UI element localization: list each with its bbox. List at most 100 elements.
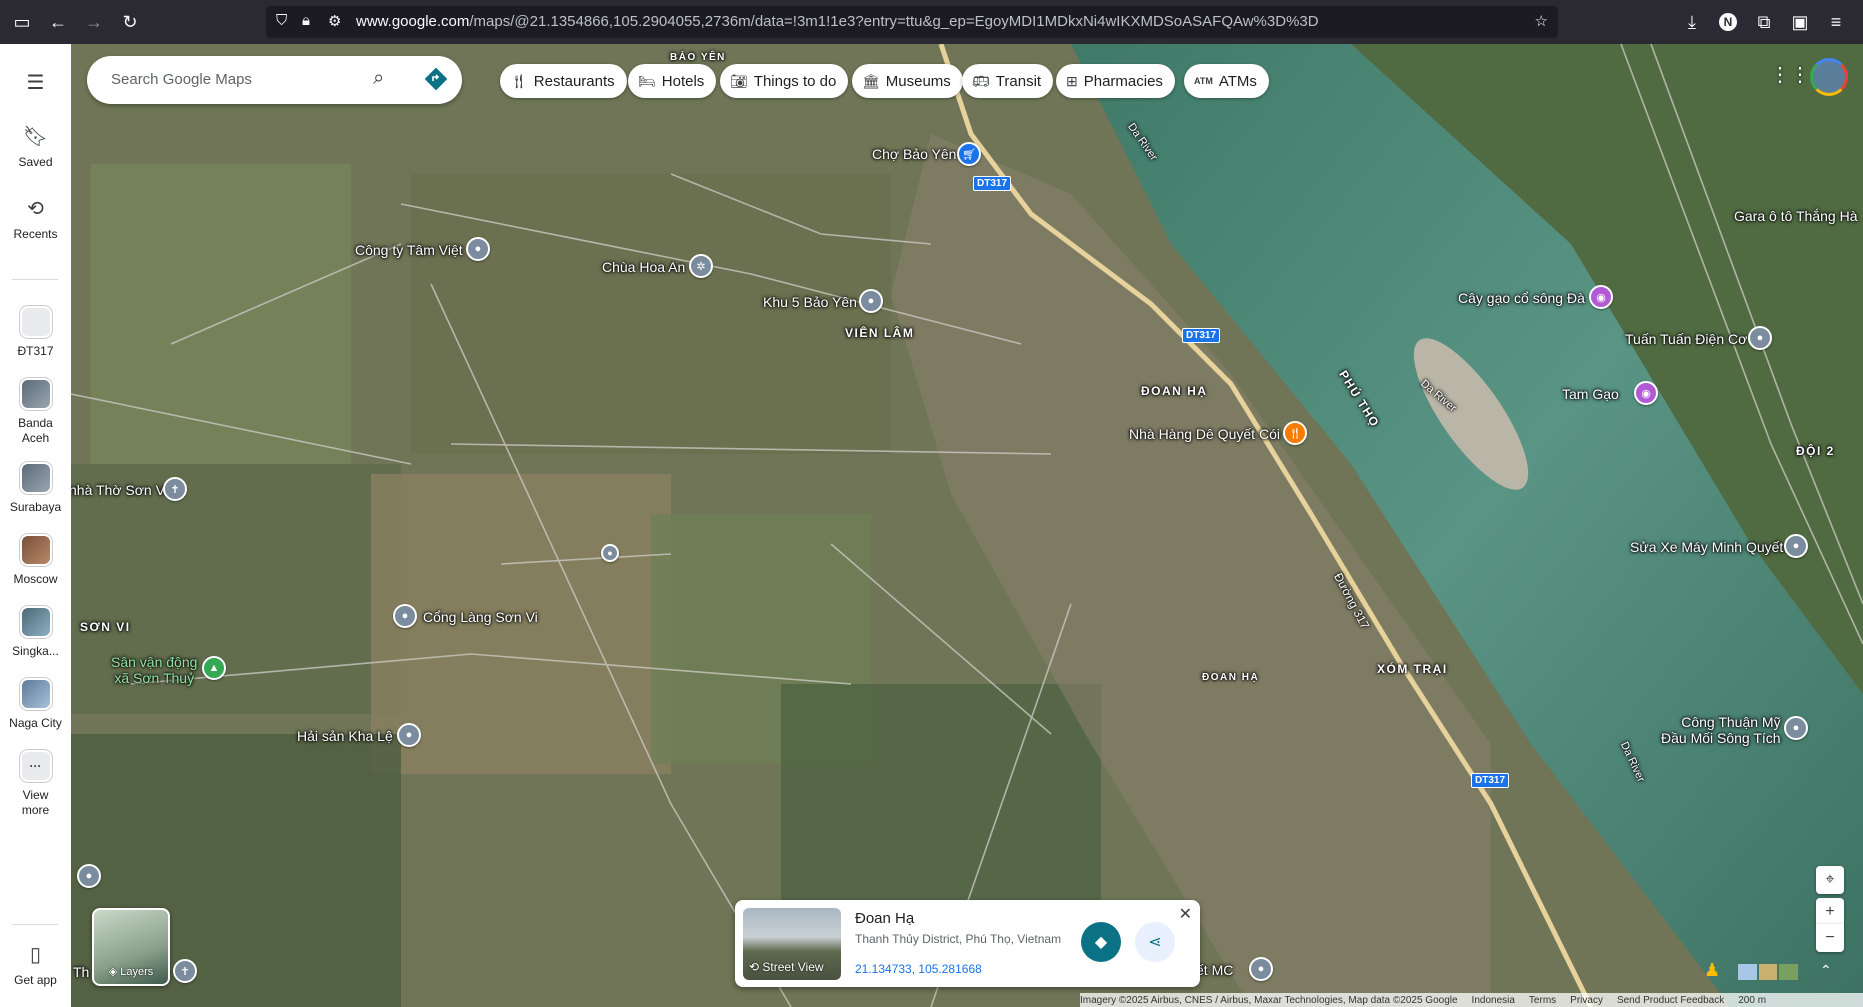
place-coordinates[interactable]: 21.134733, 105.281668 xyxy=(855,962,982,976)
label-chua-hoa-an[interactable]: Chùa Hoa An xyxy=(602,259,685,275)
profile-avatar[interactable]: N xyxy=(1714,8,1742,36)
bookmark-star-icon[interactable]: ☆ xyxy=(1535,12,1548,30)
landmark-icon[interactable]: ◉ xyxy=(1589,285,1613,309)
thumb-satellite[interactable] xyxy=(1779,964,1799,980)
temple-icon[interactable]: ✲ xyxy=(689,254,713,278)
stadium-icon[interactable]: ▲ xyxy=(202,656,226,680)
directions-icon[interactable] xyxy=(423,66,449,92)
layers-button[interactable]: ◈ Layers xyxy=(92,908,170,986)
get-app-button[interactable]: ▯ Get app xyxy=(0,942,71,987)
label-nha-hang[interactable]: Nhà Hàng Dê Quyết Cói xyxy=(1129,426,1280,442)
recent-item-banda-aceh[interactable]: Banda Aceh xyxy=(0,378,71,446)
place-pin-icon[interactable]: ● xyxy=(1748,326,1772,350)
url-bar[interactable]: ⛉ 🔒︎ ⚙ www.google.com/maps/@21.1354866,1… xyxy=(266,6,1558,38)
shield-icon[interactable]: ⛉ xyxy=(276,12,287,29)
chip-transit[interactable]: 🚌︎ Transit xyxy=(962,64,1054,98)
place-pin-icon[interactable]: ● xyxy=(1249,957,1273,981)
account-avatar[interactable] xyxy=(1810,58,1848,96)
permissions-icon[interactable]: ⚙ xyxy=(328,12,341,30)
feedback-link[interactable]: Send Product Feedback xyxy=(1617,995,1724,1006)
chip-pharmacies[interactable]: ⊞ Pharmacies xyxy=(1056,64,1175,98)
label-cong-lang-son-vi[interactable]: Cổng Làng Sơn Vi xyxy=(423,609,538,625)
recent-item-dt317[interactable]: ĐT317 xyxy=(0,306,71,358)
forward-icon[interactable]: → xyxy=(80,8,108,36)
reload-icon[interactable]: ↻ xyxy=(116,8,144,36)
map-canvas[interactable]: BẢO YÊN Chợ Bảo Yên 🛒︎ DT317 Công ty Tâm… xyxy=(71,44,1863,1007)
terms-link[interactable]: Terms xyxy=(1529,995,1556,1006)
chip-label: Museums xyxy=(885,72,951,90)
my-location-button[interactable]: ⌖ xyxy=(1816,866,1844,894)
label-cong-thuan[interactable]: Công Thuận Mỹ Đầu Mối Sông Tích xyxy=(1661,714,1781,746)
street-view-label[interactable]: ⟲ Street View xyxy=(749,960,824,974)
hamburger-menu-icon[interactable]: ☰ xyxy=(0,70,71,95)
label-nha-tho-son-vi[interactable]: nhà Thờ Sơn Vi xyxy=(71,482,168,498)
container-icon[interactable]: ▣ xyxy=(1786,8,1814,36)
label-th[interactable]: Th xyxy=(73,964,89,980)
recent-item-naga-city[interactable]: Naga City xyxy=(0,678,71,730)
zoom-out-button[interactable]: − xyxy=(1816,924,1844,952)
search-icon[interactable]: ⌕ xyxy=(373,67,384,90)
label-hai-san-kha-le[interactable]: Hải sản Kha Lệ xyxy=(297,728,393,744)
label-cho-bao-yen[interactable]: Chợ Bảo Yên xyxy=(872,146,956,162)
extensions-icon[interactable]: ⧉ xyxy=(1750,8,1778,36)
zoom-in-button[interactable]: + xyxy=(1816,898,1844,926)
place-pin-icon[interactable]: ● xyxy=(466,237,490,261)
back-icon[interactable]: ← xyxy=(44,8,72,36)
share-button[interactable]: ⋖ xyxy=(1135,922,1175,962)
place-title: Đoan Hạ xyxy=(855,910,915,927)
recent-thumbnail xyxy=(19,534,52,566)
menu-button[interactable]: ☰ xyxy=(0,70,71,101)
church-icon[interactable]: ✝ xyxy=(163,477,187,501)
label-tam-gao[interactable]: Tam Gạo xyxy=(1562,386,1619,402)
place-pin-icon[interactable]: ● xyxy=(397,723,421,747)
chip-hotels[interactable]: 🛏︎ Hotels xyxy=(628,64,717,98)
close-icon[interactable]: ✕ xyxy=(1179,904,1192,924)
label-cong-ty-tam-viet[interactable]: Công ty Tâm Việt xyxy=(355,242,463,258)
download-icon[interactable]: ⤓ xyxy=(1678,8,1706,36)
place-pin-icon[interactable]: ● xyxy=(859,289,883,313)
thumb-terrain[interactable] xyxy=(1758,964,1778,980)
phone-icon: ▯ xyxy=(29,944,41,966)
recents-button[interactable]: ⟲ Recents xyxy=(0,196,71,241)
chip-atms[interactable]: ATM ATMs xyxy=(1184,64,1269,98)
label-gara[interactable]: Gara ô tô Thắng Hà xyxy=(1734,208,1857,224)
label-cay-gao[interactable]: Cây gạo cổ sông Đà xyxy=(1458,290,1585,306)
search-box[interactable]: Search Google Maps ⌕ xyxy=(87,56,462,104)
country-link[interactable]: Indonesia xyxy=(1472,995,1515,1006)
place-pin-icon[interactable]: ● xyxy=(1784,716,1808,740)
url-text[interactable]: www.google.com/maps/@21.1354866,105.2904… xyxy=(356,13,1319,30)
sidebar-toggle-icon[interactable]: ▭ xyxy=(8,8,36,36)
landmark-icon[interactable]: ◉ xyxy=(1634,381,1658,405)
recent-item-surabaya[interactable]: Surabaya xyxy=(0,462,71,514)
church-icon[interactable]: ✝ xyxy=(173,959,197,983)
chip-restaurants[interactable]: 🍴︎ Restaurants xyxy=(500,64,627,98)
pegman-icon[interactable]: ♟ xyxy=(1704,960,1720,981)
search-input[interactable]: Search Google Maps xyxy=(111,71,252,88)
scale-label[interactable]: 200 m xyxy=(1738,995,1766,1006)
chip-museums[interactable]: 🏛︎ Museums xyxy=(852,64,963,98)
lock-icon[interactable]: 🔒︎ xyxy=(302,12,310,29)
label-tuan-tuan[interactable]: Tuấn Tuấn Điện Cơ xyxy=(1625,331,1747,347)
recent-item-moscow[interactable]: Moscow xyxy=(0,534,71,586)
apps-grid-icon[interactable]: ⋮⋮ xyxy=(1770,62,1810,87)
place-pin-icon[interactable]: ● xyxy=(1784,534,1808,558)
street-view-thumbnail[interactable]: ⟲ Street View xyxy=(743,908,841,980)
label-san-van-dong[interactable]: Sân vận động xã Sơn Thuỷ xyxy=(111,654,197,686)
place-pin-icon[interactable]: ● xyxy=(601,544,619,562)
label-sua-xe[interactable]: Sửa Xe Máy Minh Quyết xyxy=(1630,539,1783,555)
recent-item-singka[interactable]: Singka... xyxy=(0,606,71,658)
view-more-button[interactable]: ··· View more xyxy=(0,750,71,818)
expand-up-icon[interactable]: ⌃ xyxy=(1820,962,1832,979)
label-khu5-bao-yen[interactable]: Khu 5 Bảo Yên xyxy=(763,294,857,310)
thumb-default[interactable] xyxy=(1738,964,1757,980)
directions-button[interactable]: ◆ xyxy=(1081,922,1121,962)
shopping-cart-icon[interactable]: 🛒︎ xyxy=(957,142,981,166)
chip-things-to-do[interactable]: 📷︎ Things to do xyxy=(720,64,849,98)
place-pin-icon[interactable]: ● xyxy=(77,864,101,888)
saved-button[interactable]: 🔖︎ Saved xyxy=(0,124,71,169)
menu-icon[interactable]: ≡ xyxy=(1822,8,1850,36)
place-pin-icon[interactable]: ● xyxy=(393,604,417,628)
restaurant-icon[interactable]: 🍴︎ xyxy=(1283,421,1307,445)
privacy-link[interactable]: Privacy xyxy=(1570,995,1603,1006)
map-type-thumbnails[interactable] xyxy=(1738,964,1799,980)
